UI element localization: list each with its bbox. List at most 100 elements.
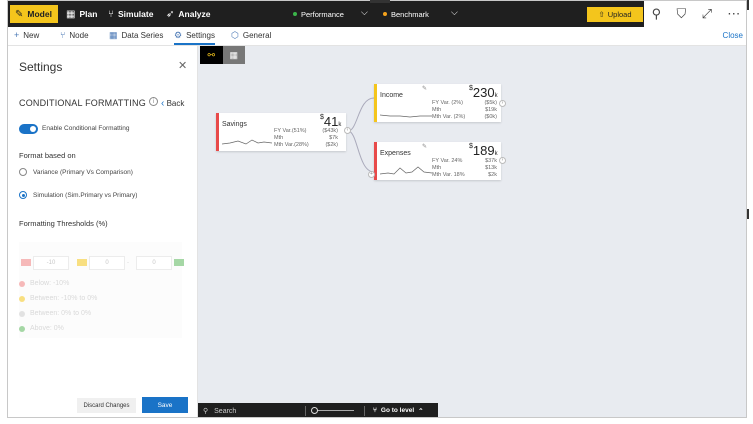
new-label: New [23, 30, 40, 40]
node-income[interactable]: Income ✎ $230k FY Var. (2%) ($5k) Mth $1… [374, 84, 501, 122]
sub-toolbar: + New ⑂ Node ▦ Data Series ⚙ Settings ⬡ … [8, 27, 746, 46]
threshold-input-1[interactable]: -10 [33, 256, 69, 270]
legend-item: Below: -10% [19, 280, 69, 287]
right-edge [747, 0, 753, 424]
general-label: General [242, 31, 272, 40]
close-link[interactable]: Close [723, 31, 743, 40]
legend-text: Between: -10% to 0% [30, 295, 98, 302]
radio-simulation-label: Simulation (Sim.Primary vs Primary) [33, 192, 138, 199]
node-savings[interactable]: Savings $41k FY Var.(51%) ($43k) Mth $7k… [216, 113, 346, 151]
benchmark-selector[interactable]: Benchmark [383, 5, 429, 23]
upload-button[interactable]: ⇧ Upload [587, 7, 643, 22]
divider [364, 406, 365, 416]
metric-label: Mth [432, 107, 442, 113]
chevron-down-icon[interactable]: ⌵ [361, 7, 368, 18]
threshold-input-2[interactable]: 0 [89, 256, 125, 270]
metric-label: Mth [274, 135, 284, 141]
value-unit: k [338, 122, 342, 128]
plan-button[interactable]: ▦ Plan [66, 5, 97, 23]
edit-icon[interactable]: ✎ [422, 143, 427, 150]
node-icon: ⑂ [60, 30, 66, 40]
benchmark-dot-icon [383, 12, 387, 16]
new-button[interactable]: + New [14, 30, 39, 40]
back-label: Back [166, 99, 185, 108]
performance-dot-icon [293, 12, 297, 16]
back-button[interactable]: ‹ Back [161, 98, 184, 109]
node-expenses[interactable]: Expenses ✎ $189k FY Var. 24% $37k Mth $1… [374, 142, 501, 180]
top-edge-marker [370, 0, 390, 3]
save-button[interactable]: Save [142, 397, 188, 413]
value-number: 230 [472, 85, 495, 100]
chevron-down-icon[interactable]: ⌵ [451, 7, 458, 18]
metric-label: Mth [432, 165, 442, 171]
radio-variance-label: Variance (Primary Vs Comparison) [33, 169, 133, 176]
expand-node-icon[interactable]: › [499, 157, 506, 164]
performance-label: Performance [301, 9, 344, 19]
radio-simulation[interactable] [19, 191, 27, 199]
upload-label: Upload [607, 10, 632, 19]
grid-icon: ▦ [66, 8, 76, 20]
edit-icon[interactable]: ✎ [422, 85, 427, 92]
metric-value: $19k [485, 107, 497, 113]
panel-title: Settings [19, 60, 63, 74]
legend-dot-icon [19, 325, 25, 332]
node-value: $230k [469, 85, 498, 100]
collapse-icon[interactable]: ‹ [344, 127, 351, 134]
tree-canvas[interactable]: ⚯ ▦ Savings $41k FY Var.(51%) ($43k) Mth… [198, 46, 746, 417]
value-number: 189 [472, 143, 495, 158]
section-title: CONDITIONAL FORMATTING [19, 98, 146, 108]
value-number: 41 [323, 114, 339, 129]
legend-item: Between: -10% to 0% [19, 295, 97, 302]
discard-changes-button[interactable]: Discard Changes [77, 398, 136, 413]
model-button[interactable]: ✎ Model [10, 5, 58, 23]
tab-settings[interactable]: ⚙ Settings [174, 30, 215, 45]
metric-label: Mth Var. (2%) [432, 114, 466, 120]
sparkline [222, 139, 272, 145]
benchmark-label: Benchmark [391, 9, 429, 19]
pin-icon[interactable]: ⚲ [652, 6, 662, 22]
expand-node-icon[interactable]: › [499, 100, 506, 107]
chevron-left-icon: ‹ [161, 98, 165, 109]
more-icon[interactable]: ⋯ [727, 6, 740, 22]
app-frame: ✎ Model ▦ Plan ⑂ Simulate ➶ Analyze Perf… [7, 0, 747, 418]
thresholds-editor: -10 0 - 0 Below: -10% Between: -10% to 0… [19, 242, 184, 338]
add-node-icon[interactable]: + [368, 171, 375, 178]
legend-dot-icon [19, 280, 25, 287]
search-placeholder: Search [214, 407, 237, 415]
pencil-icon: ✎ [15, 8, 24, 20]
metric-value: $7k [329, 135, 338, 141]
divider [305, 406, 306, 416]
radio-variance[interactable] [19, 168, 27, 176]
data-series-button[interactable]: ▦ Data Series [109, 30, 163, 41]
data-series-label: Data Series [121, 31, 164, 40]
simulate-button[interactable]: ⑂ Simulate [108, 5, 153, 23]
legend-text: Below: -10% [30, 280, 70, 287]
node-button[interactable]: ⑂ Node [60, 30, 89, 40]
threshold-input-3[interactable]: 0 [136, 256, 172, 270]
threshold-swatch-yellow [77, 259, 87, 266]
go-to-level-label: Go to level [380, 407, 415, 414]
metric-label: Mth Var.(28%) [274, 142, 309, 148]
upload-icon: ⇧ [598, 10, 605, 19]
plus-icon: + [14, 30, 20, 40]
node-value: $41k [320, 114, 341, 129]
performance-selector[interactable]: Performance [293, 5, 344, 23]
zoom-slider-track[interactable] [314, 410, 354, 411]
top-toolbar: ✎ Model ▦ Plan ⑂ Simulate ➶ Analyze Perf… [8, 1, 746, 27]
close-icon[interactable]: ✕ [178, 59, 187, 72]
search-icon: ⚲ [203, 408, 209, 415]
search-box[interactable]: ⚲ Search [203, 407, 237, 416]
enable-formatting-toggle[interactable] [19, 124, 38, 134]
analyze-button[interactable]: ➶ Analyze [166, 5, 211, 23]
edge-marker [747, 0, 749, 10]
info-icon[interactable]: i [149, 97, 158, 106]
zoom-slider-handle[interactable] [311, 407, 318, 414]
filter-icon[interactable]: ⛉ [677, 6, 687, 22]
tab-general[interactable]: ⬡ General [231, 30, 271, 41]
expand-icon[interactable]: ⤢ [702, 6, 712, 22]
metric-label: FY Var.(51%) [274, 128, 307, 134]
plan-label: Plan [79, 9, 98, 19]
go-to-level-button[interactable]: ⑂ Go to level ⌃ [373, 407, 424, 415]
thresholds-label: Formatting Thresholds (%) [19, 219, 108, 228]
branch-icon: ⑂ [108, 8, 114, 20]
